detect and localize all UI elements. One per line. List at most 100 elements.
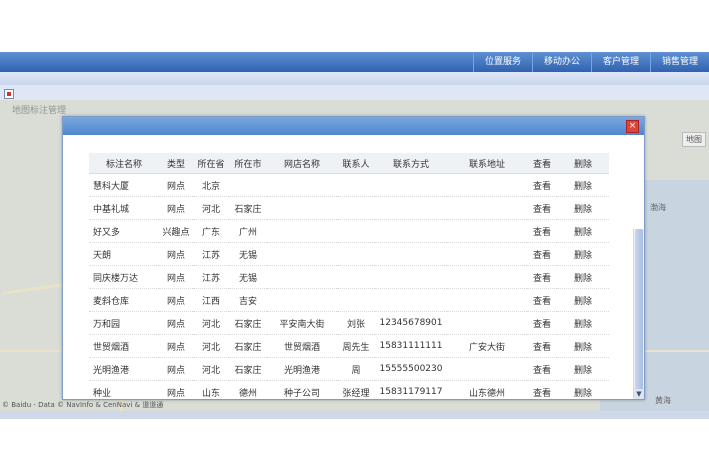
cell-province: 广东: [193, 219, 229, 243]
cell-name: 中基礼城: [89, 196, 159, 220]
delete-link[interactable]: 删除: [557, 334, 609, 358]
cell-province: 河北: [193, 334, 229, 358]
cell-city: [229, 173, 267, 197]
cell-province: 河北: [193, 196, 229, 220]
cell-contact: [337, 196, 375, 220]
cell-contact: 周: [337, 357, 375, 381]
delete-link[interactable]: 删除: [557, 357, 609, 381]
cell-phone: 15831111111: [375, 334, 447, 358]
view-link[interactable]: 查看: [527, 288, 557, 312]
cell-shop: [267, 242, 337, 266]
nav-location-service[interactable]: 位置服务: [473, 52, 532, 72]
view-link[interactable]: 查看: [527, 196, 557, 220]
vertical-scrollbar[interactable]: ▼: [633, 229, 644, 399]
cell-address: [447, 219, 527, 243]
cell-name: 光明渔港: [89, 357, 159, 381]
cell-province: 河北: [193, 357, 229, 381]
cell-contact: [337, 265, 375, 289]
delete-link[interactable]: 删除: [557, 219, 609, 243]
table-row: 天朗 网点 江苏 无锡 查看 删除: [89, 242, 609, 266]
delete-link[interactable]: 删除: [557, 173, 609, 197]
cell-name: 好又多: [89, 219, 159, 243]
view-link[interactable]: 查看: [527, 311, 557, 335]
cell-address: [447, 242, 527, 266]
cell-contact: [337, 173, 375, 197]
column-header: 所在省: [193, 153, 229, 174]
cell-shop: [267, 196, 337, 220]
delete-link[interactable]: 删除: [557, 380, 609, 397]
column-header: 网店名称: [267, 153, 337, 174]
cell-city: 无锡: [229, 242, 267, 266]
cell-contact: [337, 219, 375, 243]
top-nav-menu: 位置服务 移动办公 客户管理 销售管理: [473, 52, 709, 72]
cell-phone: 15831179117: [375, 380, 447, 397]
cell-city: 石家庄: [229, 334, 267, 358]
cell-type: 兴趣点: [159, 219, 193, 243]
cell-phone: [375, 288, 447, 312]
dialog-header: ×: [63, 117, 644, 135]
view-link[interactable]: 查看: [527, 357, 557, 381]
cell-address: [447, 196, 527, 220]
delete-link[interactable]: 删除: [557, 311, 609, 335]
cell-address: [447, 311, 527, 335]
cell-contact: [337, 288, 375, 312]
cell-type: 网点: [159, 265, 193, 289]
close-button[interactable]: ×: [626, 120, 639, 133]
nav-sales-management[interactable]: 销售管理: [650, 52, 709, 72]
cell-address: [447, 357, 527, 381]
nav-customer-management[interactable]: 客户管理: [591, 52, 650, 72]
column-header: 删除: [557, 153, 609, 174]
markers-dialog: × 标注名称 类型 所在省 所在市 网店名称 联系人 联系方式 联系地址 查看: [62, 116, 645, 400]
cell-contact: 周先生: [337, 334, 375, 358]
cell-city: 石家庄: [229, 357, 267, 381]
map-place-label: 黄海: [655, 396, 671, 405]
view-link[interactable]: 查看: [527, 219, 557, 243]
view-link[interactable]: 查看: [527, 173, 557, 197]
cell-name: 同庆楼万达: [89, 265, 159, 289]
cell-phone: [375, 173, 447, 197]
table-row: 万和园 网点 河北 石家庄 平安南大街 刘张 12345678901 查看 删除: [89, 311, 609, 335]
table-row: 世贸烟酒 网点 河北 石家庄 世贸烟酒 周先生 15831111111 广安大街 查看 删除: [89, 334, 609, 358]
view-link[interactable]: 查看: [527, 242, 557, 266]
cell-name: 种业: [89, 380, 159, 397]
cell-phone: [375, 219, 447, 243]
cell-province: 山东: [193, 380, 229, 397]
markers-table-wrapper: 标注名称 类型 所在省 所在市 网店名称 联系人 联系方式 联系地址 查看 删除…: [89, 153, 609, 397]
cell-phone: 12345678901: [375, 311, 447, 335]
cell-name: 世贸烟酒: [89, 334, 159, 358]
delete-link[interactable]: 删除: [557, 288, 609, 312]
cell-address: [447, 288, 527, 312]
nav-mobile-office[interactable]: 移动办公: [532, 52, 591, 72]
view-link[interactable]: 查看: [527, 380, 557, 397]
table-row: 中基礼城 网点 河北 石家庄 查看 删除: [89, 196, 609, 220]
cell-shop: 种子公司: [267, 380, 337, 397]
cell-contact: 刘张: [337, 311, 375, 335]
delete-link[interactable]: 删除: [557, 242, 609, 266]
view-link[interactable]: 查看: [527, 334, 557, 358]
cell-shop: 世贸烟酒: [267, 334, 337, 358]
cell-city: 无锡: [229, 265, 267, 289]
view-link[interactable]: 查看: [527, 265, 557, 289]
map-title: 地图标注管理: [12, 106, 67, 116]
cell-type: 网点: [159, 242, 193, 266]
map-type-button[interactable]: 地图: [682, 132, 706, 147]
table-row: 好又多 兴趣点 广东 广州 查看 删除: [89, 219, 609, 243]
cell-shop: 平安南大街: [267, 311, 337, 335]
cell-address: [447, 265, 527, 289]
cell-city: 德州: [229, 380, 267, 397]
top-navigation-bar: 位置服务 移动办公 客户管理 销售管理: [0, 52, 709, 72]
cell-phone: [375, 242, 447, 266]
delete-link[interactable]: 删除: [557, 196, 609, 220]
cell-phone: [375, 196, 447, 220]
cell-address: [447, 173, 527, 197]
map-copyright: © Baidu - Data © NavInfo & CenNavi & 道道通: [2, 401, 164, 409]
cell-type: 网点: [159, 311, 193, 335]
cell-address: 广安大街: [447, 334, 527, 358]
table-row: 种业 网点 山东 德州 种子公司 张经理 15831179117 山东德州 查看 删除: [89, 380, 609, 397]
delete-link[interactable]: 删除: [557, 265, 609, 289]
scroll-down-arrow-icon[interactable]: ▼: [634, 389, 644, 399]
scrollbar-thumb[interactable]: [635, 229, 643, 394]
toolbar-icon-button[interactable]: [4, 89, 14, 99]
cell-type: 网点: [159, 334, 193, 358]
map-place-label: 渤海: [650, 203, 666, 212]
